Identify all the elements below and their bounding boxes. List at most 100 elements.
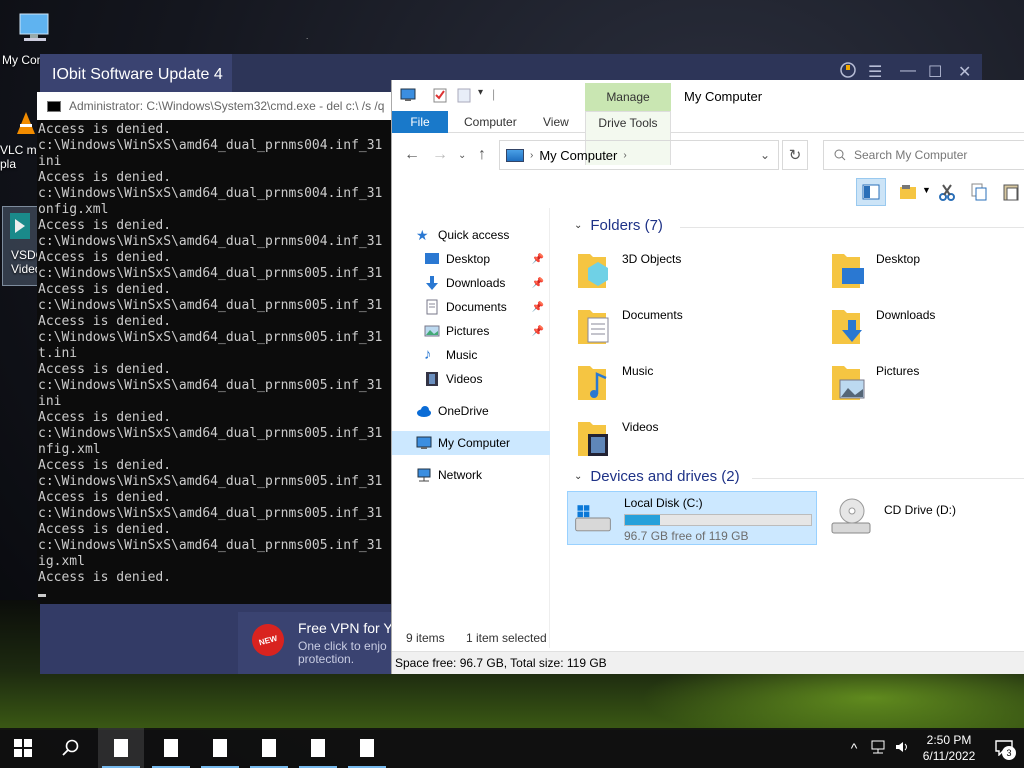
taskbar-app-2[interactable]	[148, 728, 194, 768]
cmd-titlebar[interactable]: Administrator: C:\Windows\System32\cmd.e…	[37, 92, 393, 120]
cmd-window[interactable]: Administrator: C:\Windows\System32\cmd.e…	[37, 92, 393, 604]
nav-label: My Computer	[438, 436, 511, 450]
search-button[interactable]	[48, 728, 94, 768]
cmd-line: Access is denied.	[38, 570, 172, 585]
address-dropdown-icon[interactable]: ⌄	[760, 148, 770, 162]
nav-videos[interactable]: Videos	[392, 367, 550, 391]
desktop-icon-label: VLC m pla	[0, 143, 37, 171]
navigation-pane: ★ Quick access Desktop 📌 Downloads 📌 Doc…	[392, 208, 550, 648]
volume-icon[interactable]	[890, 740, 914, 757]
folder-videos[interactable]: Videos	[576, 416, 796, 470]
folder-downloads[interactable]: Downloads	[830, 304, 1024, 358]
pin-icon[interactable]: 📌	[532, 302, 544, 313]
nav-documents[interactable]: Documents 📌	[392, 295, 550, 319]
breadcrumb-chevron-icon[interactable]: ›	[623, 150, 626, 161]
pin-icon[interactable]: 📌	[532, 326, 544, 337]
clock[interactable]: 2:50 PM 6/11/2022	[914, 732, 984, 764]
menu-icon[interactable]: ☰	[868, 62, 882, 82]
refresh-icon[interactable]: ↻	[782, 140, 808, 170]
taskbar-app-4[interactable]	[246, 728, 292, 768]
drive-free-space: 96.7 GB free of 119 GB	[624, 529, 749, 543]
nav-quick-access[interactable]: ★ Quick access	[392, 223, 550, 247]
folder-desktop[interactable]: Desktop	[830, 248, 1024, 302]
computer-icon[interactable]	[400, 87, 416, 103]
cmd-line: c:\Windows\WinSxS\amd64_dual_prnms005.in…	[38, 298, 383, 313]
maximize-icon[interactable]: ☐	[928, 62, 942, 82]
new-folder-icon[interactable]	[456, 87, 472, 103]
cmd-line: Access is denied.	[38, 218, 172, 233]
taskbar-app-5[interactable]	[295, 728, 341, 768]
tab-view[interactable]: View	[531, 111, 581, 133]
document-icon	[213, 739, 227, 757]
drive-local-disk-c[interactable]: Local Disk (C:) 96.7 GB free of 119 GB	[567, 491, 817, 545]
status-bar: 9 items 1 item selected	[392, 630, 1024, 648]
nav-my-computer[interactable]: My Computer	[392, 431, 550, 455]
folder-options-icon[interactable]	[894, 178, 924, 206]
address-bar[interactable]: › My Computer › ⌄	[499, 140, 779, 170]
quick-access-toolbar: ▾ | Manage My Computer	[392, 80, 1024, 111]
tab-computer[interactable]: Computer	[452, 111, 529, 133]
folder-music[interactable]: Music	[576, 360, 796, 414]
tab-file[interactable]: File	[392, 111, 448, 133]
breadcrumb-chevron-icon[interactable]: ›	[530, 150, 533, 161]
folder-3d-objects[interactable]: 3D Objects	[576, 248, 796, 302]
vpn-promo[interactable]: NEW Free VPN for Yo One click to enjo pr…	[238, 612, 399, 674]
ribbon-tabs: File Computer View Drive Tools	[392, 111, 1024, 165]
start-button[interactable]	[0, 728, 46, 768]
forward-arrow-icon[interactable]: →	[432, 146, 448, 164]
cut-icon[interactable]	[932, 178, 962, 206]
cmd-line: Access is denied.	[38, 362, 172, 377]
taskbar-app-6[interactable]	[344, 728, 390, 768]
pin-icon[interactable]: 📌	[532, 254, 544, 265]
nav-onedrive[interactable]: OneDrive	[392, 399, 550, 423]
recent-locations-chevron-icon[interactable]: ⌄	[458, 150, 466, 161]
drive-label: Local Disk (C:)	[624, 496, 703, 510]
network-icon	[417, 468, 431, 482]
nav-label: Desktop	[446, 252, 491, 266]
properties-icon[interactable]	[432, 87, 448, 103]
new-badge-icon: NEW	[248, 620, 288, 660]
computer-icon	[506, 148, 524, 162]
up-arrow-icon[interactable]: ↑	[478, 146, 486, 164]
folders-group-header[interactable]: ⌄ Folders (7)	[574, 217, 663, 234]
back-arrow-icon[interactable]: ←	[404, 146, 420, 164]
action-center-button[interactable]: 3	[984, 728, 1024, 768]
folder-label: Desktop	[876, 252, 921, 266]
close-icon[interactable]: ✕	[958, 62, 971, 82]
folder-pictures[interactable]: Pictures	[830, 360, 1024, 414]
cmd-output[interactable]: Access is denied. c:\Windows\WinSxS\amd64…	[37, 120, 393, 604]
chevron-down-icon[interactable]: ▼	[922, 185, 931, 195]
desktop-icon-vlc[interactable]: VLC m pla	[0, 110, 40, 171]
nav-music[interactable]: ♪ Music	[392, 343, 550, 367]
breadcrumb-my-computer[interactable]: My Computer	[539, 148, 617, 163]
manage-context-tab[interactable]: Manage	[585, 83, 671, 111]
nav-pictures[interactable]: Pictures 📌	[392, 319, 550, 343]
drive-cd-d[interactable]: CD Drive (D:)	[824, 491, 1014, 545]
drives-group-header[interactable]: ⌄ Devices and drives (2)	[574, 468, 740, 485]
desktop-icon	[425, 253, 439, 264]
desktop-icon-vsdc[interactable]: VSDC Video	[2, 206, 44, 286]
paste-icon[interactable]	[996, 178, 1024, 206]
nav-label: Music	[446, 348, 478, 362]
search-input[interactable]: Search My Computer	[823, 140, 1024, 170]
pictures-folder-icon	[832, 366, 865, 400]
cmd-line: c:\Windows\WinSxS\amd64_dual_prnms005.in…	[38, 266, 383, 281]
cmd-icon	[47, 100, 61, 112]
nav-downloads[interactable]: Downloads 📌	[392, 271, 550, 295]
nav-desktop[interactable]: Desktop 📌	[392, 247, 550, 271]
download-arrow-icon	[426, 276, 438, 290]
taskbar-app-3[interactable]	[197, 728, 243, 768]
details-pane-icon[interactable]	[856, 178, 886, 206]
copy-icon[interactable]	[964, 178, 994, 206]
minimize-icon[interactable]: —	[900, 62, 916, 80]
taskbar-app-1[interactable]	[98, 728, 144, 768]
group-divider	[752, 478, 1024, 479]
show-hidden-icons-chevron-icon[interactable]: ^	[842, 740, 866, 756]
network-icon[interactable]	[866, 740, 890, 757]
nav-network[interactable]: Network	[392, 463, 550, 487]
folder-documents[interactable]: Documents	[576, 304, 796, 358]
cmd-line: c:\Windows\WinSxS\amd64_dual_prnms005.in…	[38, 474, 383, 489]
document-icon	[114, 739, 128, 757]
pin-icon[interactable]: 📌	[532, 278, 544, 289]
drive-usage-fill	[625, 515, 661, 525]
